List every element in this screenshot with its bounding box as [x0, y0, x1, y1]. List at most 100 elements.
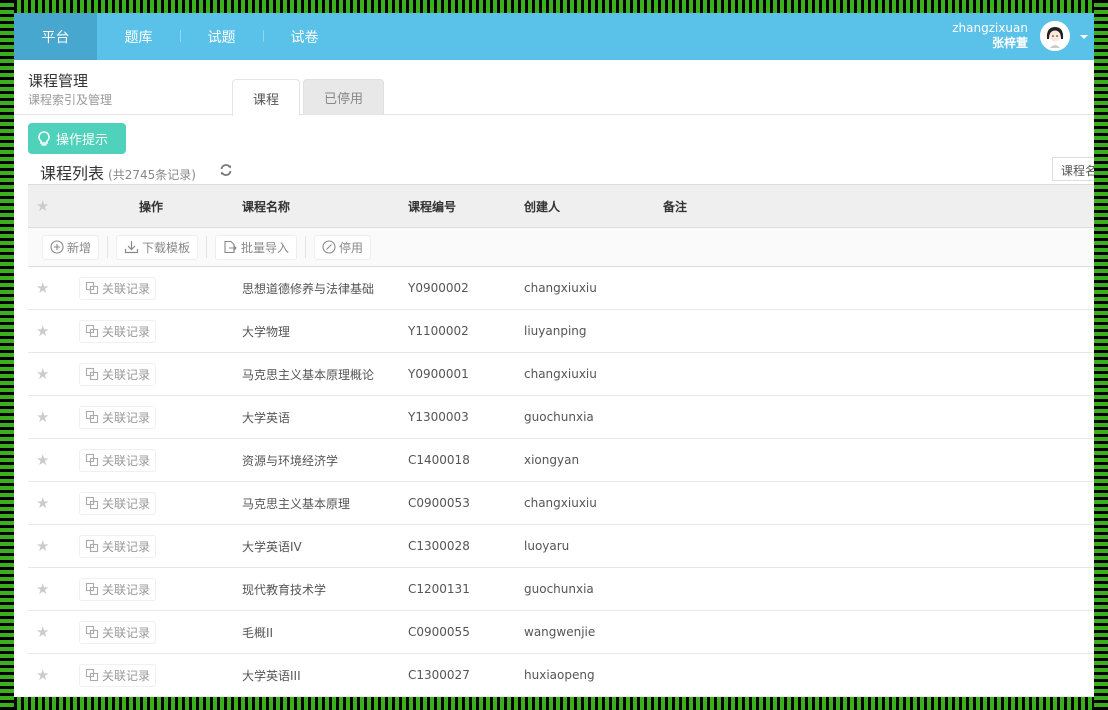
table-row: ★ 关联记录 大学英语IV C1300028 luoyaru [28, 525, 1094, 568]
course-code: C1300028 [408, 539, 470, 553]
batch-import-button[interactable]: 批量导入 [215, 234, 298, 260]
course-creator: xiongyan [524, 453, 580, 467]
header-name[interactable]: 课程名称 [242, 185, 290, 227]
link-records-icon [85, 324, 99, 338]
link-records-icon [85, 668, 99, 682]
table-row: ★ 关联记录 思想道德修养与法律基础 Y0900002 changxiuxiu [28, 267, 1094, 310]
related-records-label: 关联记录 [102, 582, 151, 597]
table-row: ★ 关联记录 大学英语 Y1300003 guochunxia [28, 396, 1094, 439]
add-button[interactable]: 新增 [42, 234, 100, 260]
row-actions: 关联记录 [79, 310, 157, 352]
related-records-button[interactable]: 关联记录 [79, 448, 157, 472]
favorite-star-icon[interactable]: ★ [36, 525, 49, 567]
refresh-icon[interactable] [219, 163, 233, 177]
favorite-star-icon[interactable]: ★ [36, 439, 49, 481]
user-display-name: 张梓萱 [991, 36, 1028, 50]
favorite-star-icon[interactable]: ★ [36, 482, 49, 524]
row-actions: 关联记录 [79, 439, 157, 481]
favorite-star-icon[interactable]: ★ [36, 353, 49, 395]
divider [107, 236, 109, 258]
lightbulb-icon [38, 130, 50, 146]
course-name: 现代教育技术学 [242, 582, 327, 597]
link-records-icon [85, 625, 99, 639]
favorite-star-icon[interactable]: ★ [36, 396, 49, 438]
link-records-icon [85, 367, 99, 381]
related-records-button[interactable]: 关联记录 [79, 276, 157, 300]
disable-button[interactable]: 停用 [314, 234, 372, 260]
related-records-button[interactable]: 关联记录 [79, 319, 157, 343]
related-records-label: 关联记录 [102, 410, 151, 425]
link-records-icon [85, 281, 99, 295]
header-star-icon[interactable]: ★ [36, 185, 49, 227]
related-records-label: 关联记录 [102, 367, 151, 382]
related-records-button[interactable]: 关联记录 [79, 577, 157, 601]
header-creator[interactable]: 创建人 [524, 185, 560, 227]
operation-hint-button[interactable]: 操作提示 [28, 123, 126, 154]
related-records-button[interactable]: 关联记录 [79, 362, 157, 386]
chevron-down-icon[interactable] [1080, 35, 1088, 39]
course-creator: guochunxia [524, 410, 594, 424]
course-code: Y1300003 [408, 410, 469, 424]
table-body: ★ 关联记录 思想道德修养与法律基础 Y0900002 changxiuxiu … [28, 267, 1094, 697]
nav-item-platform[interactable]: 平台 [14, 13, 97, 60]
header-op: 操作 [139, 199, 164, 214]
link-records-icon [85, 539, 99, 553]
related-records-button[interactable]: 关联记录 [79, 491, 157, 515]
search-field-select[interactable]: 课程名称 [1052, 157, 1094, 181]
top-nav: 平台 题库 试题 试卷 zhangzixuan 张梓萱 [14, 13, 1094, 60]
course-creator: changxiuxiu [524, 496, 597, 510]
page-header: 课程管理 课程索引及管理 课程 已停用 [14, 60, 1094, 116]
import-icon [224, 240, 237, 254]
related-records-label: 关联记录 [102, 281, 151, 296]
table-row: ★ 关联记录 马克思主义基本原理 C0900053 changxiuxiu [28, 482, 1094, 525]
divider [305, 236, 307, 258]
tab-disabled[interactable]: 已停用 [303, 79, 385, 114]
course-creator: luoyaru [524, 539, 570, 553]
row-actions: 关联记录 [79, 525, 157, 567]
ban-icon [322, 240, 336, 254]
link-records-icon [85, 453, 99, 467]
operation-hint-label: 操作提示 [56, 133, 109, 148]
page-subtitle: 课程索引及管理 [28, 93, 113, 107]
favorite-star-icon[interactable]: ★ [36, 568, 49, 610]
course-code: C1300027 [408, 668, 470, 682]
related-records-button[interactable]: 关联记录 [79, 663, 157, 687]
tab-courses[interactable]: 课程 [232, 79, 301, 116]
link-records-icon [85, 410, 99, 424]
course-table: ★ 操作 课程名称 课程编号 创建人 备注 新增 下载模板 批量导入 停用 ★ … [28, 184, 1094, 697]
list-title: 课程列表 (共2745条记录) [40, 160, 196, 184]
course-code: Y0900002 [408, 281, 469, 295]
table-row: ★ 关联记录 大学英语III C1300027 huxiaopeng [28, 654, 1094, 697]
row-actions: 关联记录 [79, 482, 157, 524]
download-icon [124, 241, 139, 254]
course-name: 大学英语 [242, 410, 291, 425]
related-records-button[interactable]: 关联记录 [79, 620, 157, 644]
course-name: 资源与环境经济学 [242, 453, 339, 468]
header-note: 备注 [663, 199, 688, 214]
course-creator: guochunxia [524, 582, 594, 596]
course-name: 大学英语III [242, 668, 301, 683]
nav-item-questions[interactable]: 试题 [180, 13, 263, 60]
download-template-button[interactable]: 下载模板 [116, 234, 199, 260]
user-info[interactable]: zhangzixuan 张梓萱 [952, 21, 1028, 51]
related-records-button[interactable]: 关联记录 [79, 405, 157, 429]
row-actions: 关联记录 [79, 654, 157, 696]
tabs: 课程 已停用 [232, 79, 387, 116]
list-title-text: 课程列表 [40, 164, 105, 183]
nav-item-question-bank[interactable]: 题库 [97, 13, 180, 60]
table-row: ★ 关联记录 现代教育技术学 C1200131 guochunxia [28, 568, 1094, 611]
course-creator: wangwenjie [524, 625, 596, 639]
favorite-star-icon[interactable]: ★ [36, 310, 49, 352]
table-header: ★ 操作 课程名称 课程编号 创建人 备注 [28, 184, 1094, 228]
related-records-button[interactable]: 关联记录 [79, 534, 157, 558]
table-row: ★ 关联记录 马克思主义基本原理概论 Y0900001 changxiuxiu [28, 353, 1094, 396]
add-button-label: 新增 [67, 240, 92, 255]
favorite-star-icon[interactable]: ★ [36, 267, 49, 309]
nav-item-papers[interactable]: 试卷 [263, 13, 346, 60]
course-name: 大学英语IV [242, 539, 302, 554]
favorite-star-icon[interactable]: ★ [36, 654, 49, 696]
header-code[interactable]: 课程编号 [408, 185, 456, 227]
avatar[interactable] [1040, 21, 1070, 51]
favorite-star-icon[interactable]: ★ [36, 611, 49, 653]
course-code: C1400018 [408, 453, 470, 467]
